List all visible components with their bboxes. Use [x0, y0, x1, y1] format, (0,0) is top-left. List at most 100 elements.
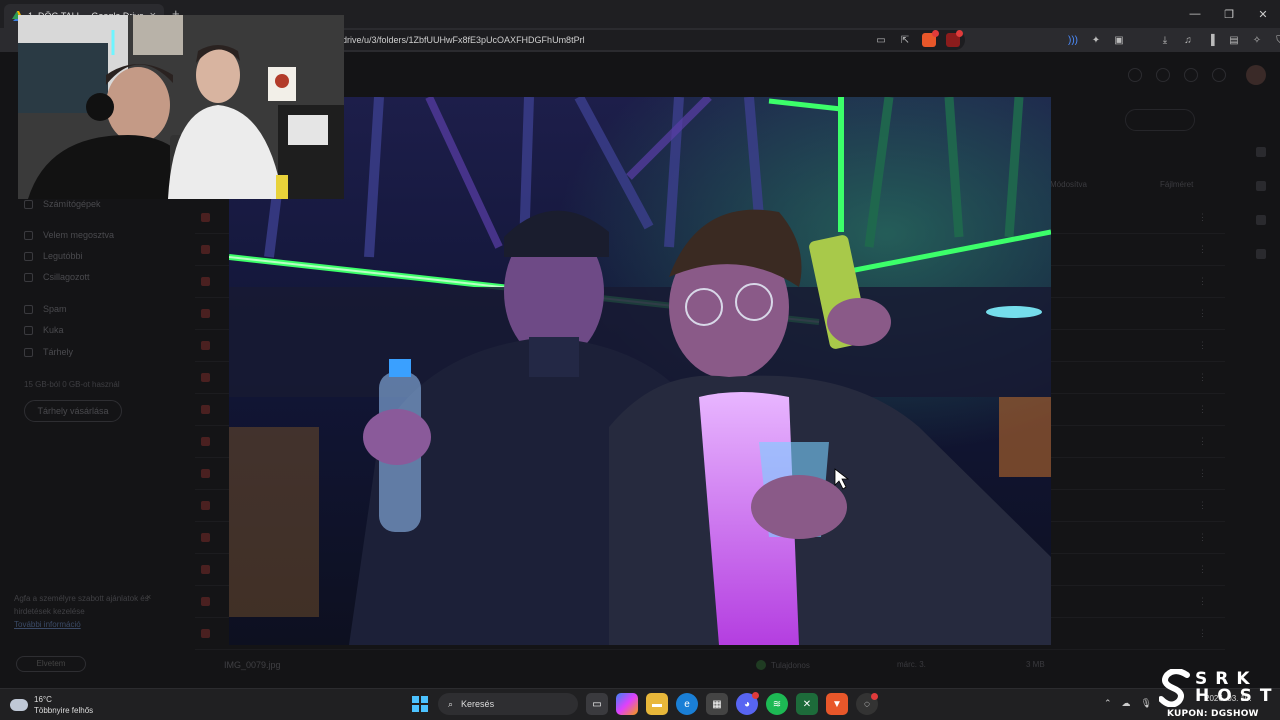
- leo-ai-icon[interactable]: ✧: [1250, 33, 1264, 47]
- dismiss-notice-button[interactable]: Elvetem: [16, 656, 86, 672]
- more-options-icon[interactable]: ⋮: [1198, 468, 1207, 479]
- file-owner: Tulajdonos: [756, 660, 810, 670]
- excel-icon[interactable]: ✕: [796, 693, 818, 715]
- weather-widget[interactable]: 16°C Többnyire felhős: [10, 694, 93, 716]
- image-file-icon: [201, 501, 210, 510]
- image-file-icon: [201, 405, 210, 414]
- image-file-icon: [201, 277, 210, 286]
- sidebar-item-storage[interactable]: Tárhely: [24, 347, 73, 357]
- calendar-icon[interactable]: [1256, 147, 1266, 157]
- column-header-modified[interactable]: Módosítva: [1050, 180, 1087, 189]
- url-text: drive/u/3/folders/1ZbfUUHwFx8fE3pUcOAXFH…: [342, 35, 585, 45]
- system-tray: ⌃ ☁ 🎙: [1104, 698, 1152, 709]
- gemini-icon[interactable]: [1184, 68, 1198, 82]
- extensions-icon[interactable]: ✦: [1089, 33, 1103, 47]
- add-icon[interactable]: [1256, 249, 1266, 259]
- more-options-icon[interactable]: ⋮: [1198, 340, 1207, 351]
- image-file-icon: [201, 597, 210, 606]
- more-options-icon[interactable]: ⋮: [1198, 404, 1207, 415]
- webcam-feed: [18, 15, 344, 199]
- image-file-icon: [201, 629, 210, 638]
- sidebar-item-recent[interactable]: Legutóbbi: [24, 251, 83, 261]
- task-view-icon[interactable]: ▭: [586, 693, 608, 715]
- weather-desc: Többnyire felhős: [34, 706, 94, 715]
- view-toggle[interactable]: [1125, 109, 1195, 131]
- share-icon[interactable]: ⇱: [898, 33, 912, 47]
- file-name[interactable]: IMG_0079.jpg: [224, 660, 281, 670]
- image-file-icon: [201, 245, 210, 254]
- more-options-icon[interactable]: ⋮: [1198, 436, 1207, 447]
- settings-icon[interactable]: [1156, 68, 1170, 82]
- discord-icon[interactable]: ◕: [736, 692, 759, 715]
- more-options-icon[interactable]: ⋮: [1198, 596, 1207, 607]
- microphone-icon[interactable]: 🎙: [1141, 698, 1152, 709]
- edge-icon[interactable]: e: [676, 693, 698, 715]
- more-options-icon[interactable]: ⋮: [1198, 628, 1207, 639]
- music-icon[interactable]: ♫: [1181, 33, 1195, 47]
- weather-temp: 16°C: [34, 695, 52, 704]
- cast-icon[interactable]: ▭: [874, 33, 888, 47]
- cloud-icon: [10, 699, 28, 711]
- tasks-icon[interactable]: [1256, 215, 1266, 225]
- chevron-up-icon[interactable]: ⌃: [1104, 698, 1112, 709]
- sidebar-item-spam[interactable]: Spam: [24, 304, 67, 314]
- storage-usage-text: 15 GB-ból 0 GB-ot használ: [24, 380, 120, 389]
- trash-icon: [24, 325, 33, 335]
- image-file-icon: [201, 373, 210, 382]
- brave-rewards-icon[interactable]: [946, 30, 963, 47]
- brave-shields-icon[interactable]: [922, 30, 939, 47]
- image-preview[interactable]: [229, 97, 1051, 645]
- app-icon[interactable]: ◌: [856, 693, 878, 715]
- apps-icon[interactable]: [1212, 68, 1226, 82]
- more-options-icon[interactable]: ⋮: [1198, 276, 1207, 287]
- more-options-icon[interactable]: ⋮: [1198, 564, 1207, 575]
- spam-icon: [24, 304, 33, 314]
- download-icon[interactable]: ⤓: [1158, 33, 1172, 47]
- image-file-icon: [201, 533, 210, 542]
- notice-link[interactable]: További információ: [14, 620, 81, 629]
- account-avatar[interactable]: [1246, 65, 1266, 85]
- file-explorer-icon[interactable]: ▬: [646, 693, 668, 715]
- sidebar-item-computers[interactable]: Számítógépek: [24, 199, 101, 209]
- more-options-icon[interactable]: ⋮: [1198, 212, 1207, 223]
- wallet-icon[interactable]: ▤: [1227, 33, 1241, 47]
- keep-icon[interactable]: [1256, 181, 1266, 191]
- more-options-icon[interactable]: ⋮: [1198, 500, 1207, 511]
- webcam-overlay: [18, 15, 344, 199]
- brave-icon[interactable]: ▼: [826, 693, 848, 715]
- more-options-icon[interactable]: ⋮: [1198, 308, 1207, 319]
- tab-search-icon[interactable]: ▣: [1112, 33, 1126, 47]
- more-options-icon[interactable]: ⋮: [1198, 532, 1207, 543]
- restore-icon[interactable]: ❐: [1212, 0, 1246, 28]
- help-icon[interactable]: [1128, 68, 1142, 82]
- sidebar-item-shared[interactable]: Velem megosztva: [24, 230, 114, 240]
- windows-start-icon[interactable]: [410, 694, 430, 714]
- people-icon: [24, 230, 33, 240]
- vpn-icon[interactable]: ⛉: [1273, 33, 1280, 47]
- taskbar-search[interactable]: ⌕ Keresés: [438, 693, 578, 715]
- sidebar-icon[interactable]: ▐: [1204, 33, 1218, 47]
- sidebar-item-starred[interactable]: Csillagozott: [24, 272, 90, 282]
- onedrive-icon[interactable]: ☁: [1122, 698, 1131, 709]
- file-date: márc. 3.: [897, 660, 926, 669]
- close-notice-icon[interactable]: ×: [146, 592, 151, 602]
- copilot-icon[interactable]: [616, 693, 638, 715]
- more-options-icon[interactable]: ⋮: [1198, 372, 1207, 383]
- audio-icon[interactable]: ))): [1066, 33, 1080, 47]
- srk-brand: SRK HOST: [1195, 669, 1280, 706]
- spotify-icon[interactable]: ≋: [766, 693, 788, 715]
- search-icon: ⌕: [448, 698, 454, 709]
- srk-logo-icon: [1159, 669, 1190, 707]
- close-window-icon[interactable]: ✕: [1246, 0, 1280, 28]
- sidebar-item-trash[interactable]: Kuka: [24, 325, 64, 335]
- buy-storage-button[interactable]: Tárhely vásárlása: [24, 400, 122, 422]
- computer-icon: [24, 199, 33, 209]
- srk-coupon: KUPON: DGSHOW: [1167, 709, 1259, 719]
- windows-taskbar: 16°C Többnyire felhős ⌕ Keresés ▭ ▬ e ▦ …: [0, 688, 1280, 720]
- store-icon[interactable]: ▦: [706, 693, 728, 715]
- column-header-size[interactable]: Fájlméret: [1160, 180, 1193, 189]
- owner-avatar: [756, 660, 766, 670]
- more-options-icon[interactable]: ⋮: [1198, 244, 1207, 255]
- minimize-icon[interactable]: —: [1178, 0, 1212, 28]
